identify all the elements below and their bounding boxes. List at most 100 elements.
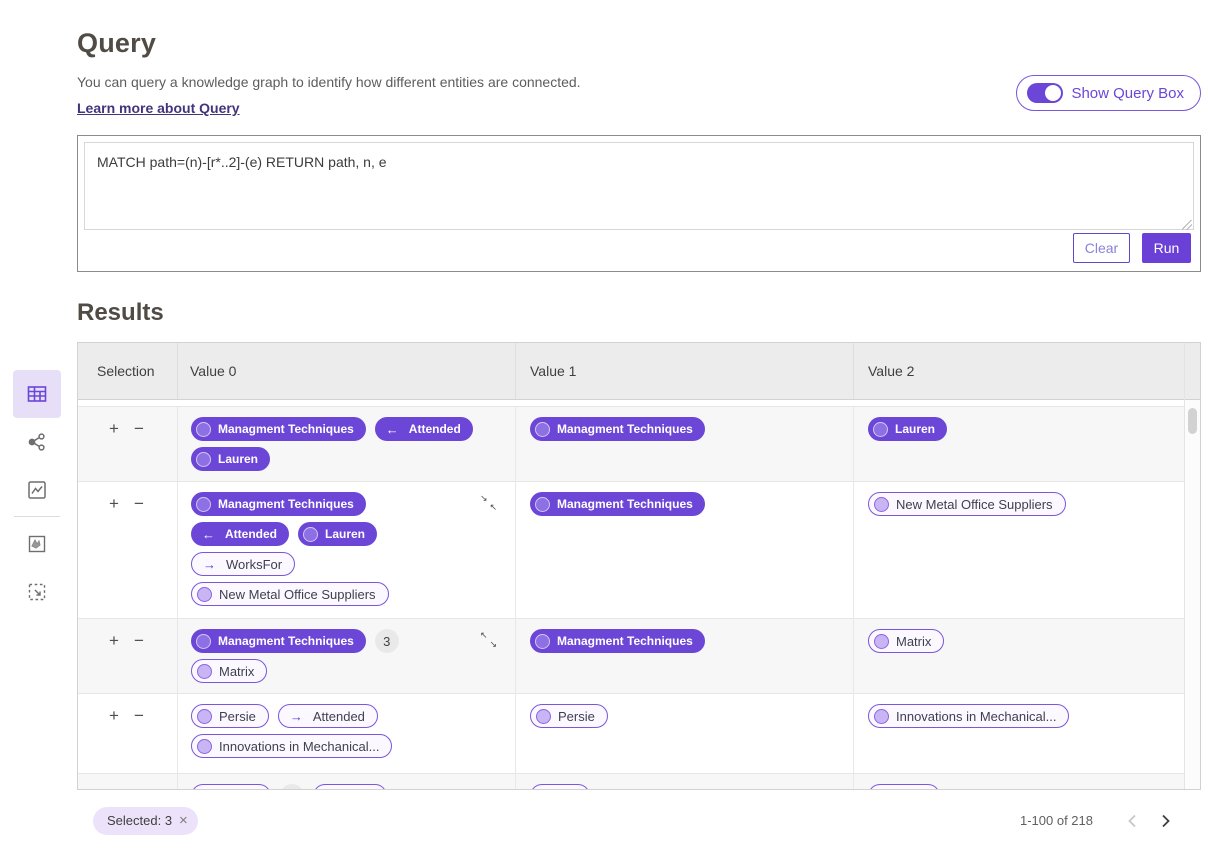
resize-handle-icon[interactable] xyxy=(1182,220,1192,230)
pill-label: Managment Techniques xyxy=(557,497,693,511)
node-circle-icon xyxy=(197,587,212,602)
value1-cell: Persie xyxy=(515,694,853,773)
node-pill[interactable]: Managment Techniques xyxy=(191,492,366,516)
edge-pill[interactable]: →Attended xyxy=(278,704,378,728)
chart-view-button[interactable] xyxy=(13,466,61,514)
node-pill[interactable]: Lauren xyxy=(868,417,947,441)
node-pill[interactable]: Innovations in Mechanical... xyxy=(868,704,1069,728)
node-circle-icon xyxy=(196,497,211,512)
node-circle-icon xyxy=(873,422,888,437)
query-panel: MATCH path=(n)-[r*..2]-(e) RETURN path, … xyxy=(77,135,1201,272)
rail-divider xyxy=(14,516,60,517)
scrollbar-track[interactable] xyxy=(1185,400,1200,789)
node-pill[interactable]: Persie xyxy=(530,704,608,728)
value1-cell: Managment Techniques xyxy=(515,407,853,481)
pill-label: Managment Techniques xyxy=(218,497,354,511)
node-pill[interactable] xyxy=(530,784,590,789)
show-query-box-toggle[interactable]: Show Query Box xyxy=(1016,75,1201,111)
remove-from-selection-button[interactable]: − xyxy=(134,495,144,512)
expand-cell-icon[interactable]: ↖↘ xyxy=(480,631,497,649)
value1-cell: Managment Techniques xyxy=(515,482,853,618)
node-pill[interactable] xyxy=(191,784,271,789)
node-pill[interactable]: Innovations in Mechanical... xyxy=(191,734,392,758)
map-view-icon xyxy=(25,532,49,556)
select-region-button[interactable] xyxy=(13,568,61,616)
column-header-selection: Selection xyxy=(78,343,177,399)
node-circle-icon xyxy=(535,634,550,649)
node-circle-icon xyxy=(536,709,551,724)
edge-pill[interactable]: ←Attended xyxy=(375,417,473,441)
pill-label: Lauren xyxy=(218,452,258,466)
learn-more-link[interactable]: Learn more about Query xyxy=(77,100,240,116)
edge-pill[interactable]: →WorksFor xyxy=(191,552,295,576)
node-circle-icon xyxy=(197,739,212,754)
select-region-icon xyxy=(25,580,49,604)
node-circle-icon xyxy=(535,422,550,437)
clear-button[interactable]: Clear xyxy=(1073,233,1130,263)
node-pill[interactable]: Managment Techniques xyxy=(530,629,705,653)
scrollbar-thumb[interactable] xyxy=(1188,408,1197,434)
column-header-value1: Value 1 xyxy=(515,343,853,399)
node-circle-icon xyxy=(874,634,889,649)
node-pill[interactable] xyxy=(313,784,387,789)
remove-from-selection-button[interactable]: − xyxy=(134,632,144,649)
pill-label: Matrix xyxy=(219,664,254,679)
remove-from-selection-button[interactable]: − xyxy=(134,420,144,437)
run-button[interactable]: Run xyxy=(1142,233,1191,263)
map-view-button[interactable] xyxy=(13,520,61,568)
node-pill[interactable]: Managment Techniques xyxy=(530,492,705,516)
pill-label: Innovations in Mechanical... xyxy=(219,739,379,754)
node-pill[interactable]: Lauren xyxy=(298,522,377,546)
node-circle-icon xyxy=(319,789,334,790)
pill-label: Managment Techniques xyxy=(557,634,693,648)
table-row: +− Managment Techniques ←Attended Lauren →Wo… xyxy=(78,482,1184,619)
next-page-button[interactable] xyxy=(1149,806,1183,836)
node-circle-icon xyxy=(536,789,551,790)
node-pill[interactable]: Matrix xyxy=(191,659,267,683)
add-to-selection-button[interactable]: + xyxy=(109,420,119,437)
partially-scrolled-row xyxy=(78,400,1184,407)
selection-cell: +− xyxy=(78,694,177,773)
query-input[interactable]: MATCH path=(n)-[r*..2]-(e) RETURN path, … xyxy=(84,142,1194,230)
node-circle-icon xyxy=(196,452,211,467)
add-to-selection-button[interactable]: + xyxy=(109,632,119,649)
node-pill[interactable]: New Metal Office Suppliers xyxy=(191,582,389,606)
table-view-button[interactable] xyxy=(13,370,61,418)
vertical-scrollbar[interactable] xyxy=(1184,343,1200,789)
table-header-row: Selection Value 0 Value 1 Value 2 xyxy=(78,343,1184,400)
results-heading: Results xyxy=(77,299,1201,327)
node-pill[interactable]: Managment Techniques xyxy=(191,629,366,653)
node-pill[interactable]: New Metal Office Suppliers xyxy=(868,492,1066,516)
prev-page-button[interactable] xyxy=(1115,806,1149,836)
node-pill[interactable]: Persie xyxy=(191,704,269,728)
node-pill[interactable]: Managment Techniques xyxy=(191,417,366,441)
toggle-switch-icon[interactable] xyxy=(1027,83,1063,103)
edge-pill[interactable]: ←Attended xyxy=(191,522,289,546)
graph-view-button[interactable] xyxy=(13,418,61,466)
add-to-selection-button[interactable]: + xyxy=(109,495,119,512)
table-body: +−Managment Techniques←AttendedLaurenMan… xyxy=(78,400,1184,789)
table-row: +− Persie →Attended Innovations in Mechanic… xyxy=(78,694,1184,774)
clear-selection-icon[interactable]: × xyxy=(179,812,188,829)
selection-cell xyxy=(78,774,177,789)
node-circle-icon xyxy=(874,709,889,724)
pill-label: Managment Techniques xyxy=(218,422,354,436)
expand-cell-icon[interactable]: ↘↖ xyxy=(480,494,497,512)
pill-label: Attended xyxy=(313,709,365,724)
view-switcher-rail xyxy=(11,370,63,616)
pill-label: Lauren xyxy=(325,527,365,541)
node-circle-icon xyxy=(196,422,211,437)
add-to-selection-button[interactable]: + xyxy=(109,707,119,724)
node-circle-icon xyxy=(197,789,212,790)
selected-count-chip[interactable]: Selected: 3 × xyxy=(93,807,198,835)
node-pill[interactable]: Lauren xyxy=(191,447,270,471)
node-circle-icon xyxy=(535,497,550,512)
table-row xyxy=(78,774,1184,789)
node-pill[interactable]: Matrix xyxy=(868,629,944,653)
node-pill[interactable] xyxy=(868,784,940,789)
pill-label: WorksFor xyxy=(226,557,282,572)
pill-label: Managment Techniques xyxy=(557,422,693,436)
chart-view-icon xyxy=(25,478,49,502)
remove-from-selection-button[interactable]: − xyxy=(134,707,144,724)
node-pill[interactable]: Managment Techniques xyxy=(530,417,705,441)
